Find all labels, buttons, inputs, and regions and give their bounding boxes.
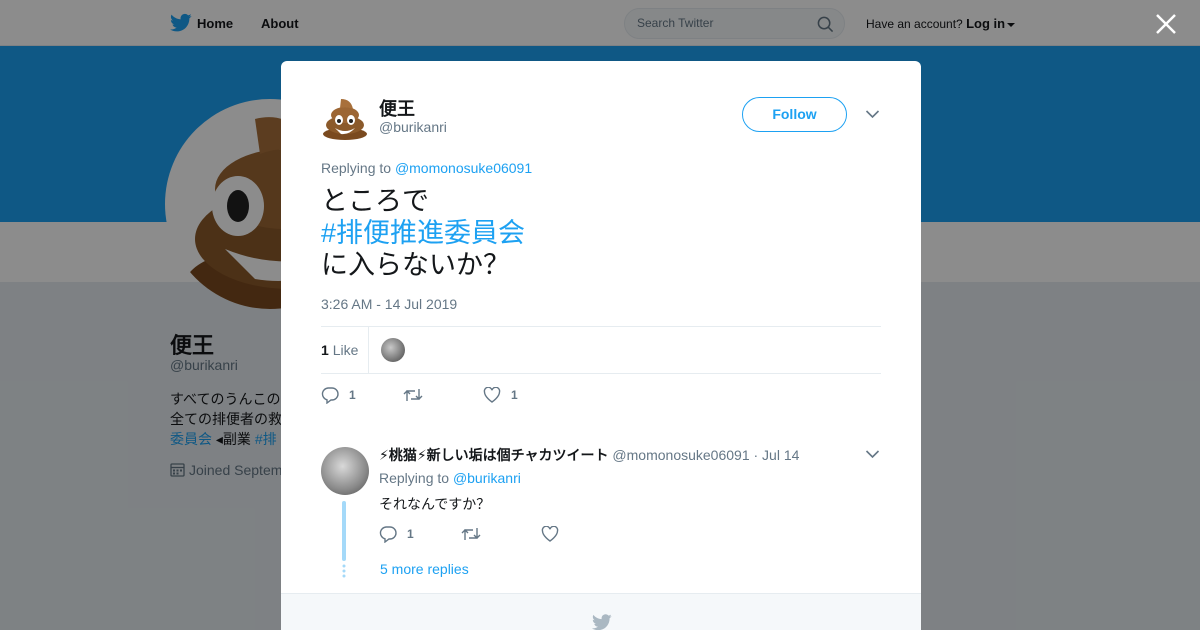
reply-text: それなんですか？ — [379, 496, 491, 512]
reply-icon — [379, 526, 397, 543]
reply-button[interactable]: 1 — [321, 385, 356, 405]
likes-number: 1 — [321, 342, 329, 358]
like-button[interactable] — [541, 524, 569, 544]
retweet-icon — [461, 528, 481, 540]
twitter-bird-icon — [592, 614, 612, 630]
tweet-hashtag-link[interactable]: #排便推進委員会 — [321, 217, 525, 249]
more-replies-link[interactable]: 5 more replies — [380, 561, 469, 577]
follow-button[interactable]: Follow — [742, 97, 847, 132]
tweet-text-line: に入らないか？ — [321, 250, 510, 280]
reply-replying-to: Replying to @burikanri — [379, 470, 521, 486]
stats-divider — [368, 327, 369, 373]
replying-to: Replying to @momonosuke06091 — [321, 160, 532, 176]
tweet-text: ところで #排便推進委員会 に入らないか？ — [321, 185, 525, 281]
tweet-stats: 1 Like — [321, 326, 881, 374]
reply-author-name[interactable]: ⚡桃猫⚡新しい垢は個チャカツイート — [379, 447, 609, 463]
heart-icon — [483, 387, 501, 403]
poop-emoji-icon[interactable] — [321, 93, 369, 141]
reply-count: 1 — [407, 527, 414, 541]
reply-actions: 1 — [379, 524, 679, 544]
tweet-modal: 便王 @burikanri Follow Replying to @momono… — [281, 61, 921, 630]
reply-header: ⚡桃猫⚡新しい垢は個チャカツイート @momonosuke06091 · Jul… — [379, 445, 799, 465]
chevron-down-icon[interactable] — [865, 449, 880, 459]
replying-prefix: Replying to — [379, 470, 450, 486]
tweet-author-handle[interactable]: @burikanri — [379, 119, 447, 135]
replying-prefix: Replying to — [321, 160, 392, 176]
tweet-timestamp[interactable]: 3:26 AM - 14 Jul 2019 — [321, 296, 457, 312]
tweet-author-name[interactable]: 便王 — [379, 95, 415, 121]
modal-footer — [281, 593, 921, 630]
reply-count: 1 — [349, 388, 356, 402]
like-count: 1 — [511, 388, 518, 402]
tweet-actions: 1 1 — [321, 385, 621, 405]
like-button[interactable]: 1 — [483, 385, 518, 405]
likes-label: Like — [332, 342, 359, 358]
replying-mention-link[interactable]: @momonosuke06091 — [395, 160, 532, 176]
reply-tweet[interactable]: ⚡桃猫⚡新しい垢は個チャカツイート @momonosuke06091 · Jul… — [321, 445, 881, 575]
liker-avatar[interactable] — [381, 338, 405, 362]
heart-icon — [541, 526, 559, 542]
retweet-icon — [403, 389, 423, 401]
likes-count[interactable]: 1 Like — [321, 342, 358, 358]
retweet-button[interactable] — [461, 524, 491, 544]
reply-date[interactable]: · Jul 14 — [754, 447, 800, 463]
reply-author-handle[interactable]: @momonosuke06091 — [612, 447, 749, 463]
close-icon[interactable] — [1154, 12, 1178, 36]
retweet-button[interactable] — [403, 385, 433, 405]
replying-mention-link[interactable]: @burikanri — [453, 470, 521, 486]
chevron-down-icon[interactable] — [865, 109, 880, 119]
reply-author-avatar[interactable] — [321, 447, 369, 495]
thread-line — [342, 501, 346, 561]
reply-button[interactable]: 1 — [379, 524, 414, 544]
thread-dots-icon — [342, 564, 346, 578]
tweet-text-line: ところで — [321, 186, 429, 216]
reply-icon — [321, 387, 339, 404]
